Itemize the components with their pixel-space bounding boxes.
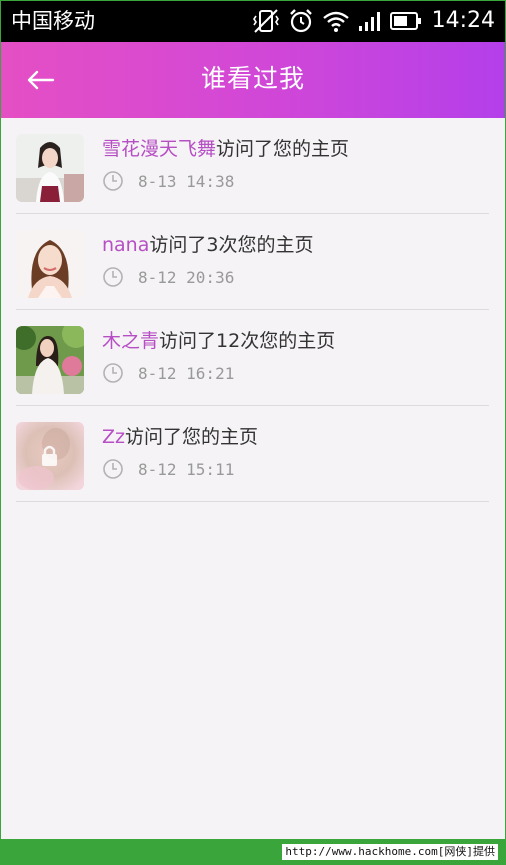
page-title: 谁看过我 (200, 64, 305, 93)
visit-text: nana访问了3次您的主页 (102, 231, 313, 259)
battery-icon (389, 12, 421, 30)
status-time: 14:24 (431, 8, 495, 33)
visit-time-text: 8-12 16:21 (138, 363, 235, 383)
visitor-name[interactable]: 雪花漫天飞舞 (102, 138, 216, 160)
visit-text: Zz访问了您的主页 (102, 423, 258, 451)
avatar-photo (16, 134, 84, 202)
clock-icon (103, 267, 123, 287)
status-icons: 14:24 (252, 7, 495, 35)
avatar-photo (16, 422, 84, 490)
avatar-photo (16, 230, 84, 298)
visit-time: 8-13 14:38 (102, 167, 234, 195)
signal-icon (358, 12, 380, 31)
avatar-photo (16, 326, 84, 394)
avatar[interactable] (16, 230, 84, 298)
visit-time-text: 8-12 15:11 (138, 459, 235, 479)
visit-time: 8-12 16:21 (102, 359, 234, 387)
avatar[interactable] (16, 326, 84, 394)
visitor-list: 雪花漫天飞舞访问了您的主页 8-13 14:38 nana访问了3次您的主页 8… (16, 118, 489, 502)
visit-time: 8-12 20:36 (102, 263, 234, 291)
status-bar: 中国移动 14:24 (1, 1, 505, 42)
visitor-row[interactable]: Zz访问了您的主页 8-12 15:11 (16, 406, 489, 502)
alarm-icon (289, 9, 312, 33)
clock-icon (103, 459, 123, 479)
visitor-name[interactable]: nana (102, 234, 149, 256)
footer-strip: http://www.hackhome.com[网侠]提供 (0, 839, 506, 865)
visit-action: 访问了您的主页 (125, 426, 259, 448)
clock-icon (103, 171, 123, 191)
visit-text: 雪花漫天飞舞访问了您的主页 (102, 135, 349, 163)
wifi-icon (322, 11, 349, 32)
avatar[interactable] (16, 422, 84, 490)
vibrate-off-icon (252, 9, 279, 33)
visit-action: 访问了3次您的主页 (149, 234, 314, 256)
visitor-row[interactable]: nana访问了3次您的主页 8-12 20:36 (16, 214, 489, 310)
visit-time-text: 8-13 14:38 (138, 171, 235, 191)
source-credit: http://www.hackhome.com[网侠]提供 (282, 844, 498, 860)
visit-action: 访问了12次您的主页 (159, 330, 336, 352)
visitor-row[interactable]: 雪花漫天飞舞访问了您的主页 8-13 14:38 (16, 118, 489, 214)
avatar[interactable] (16, 134, 84, 202)
visit-time: 8-12 15:11 (102, 455, 234, 483)
carrier-name: 中国移动 (11, 9, 95, 33)
clock-icon (103, 363, 123, 383)
app-screen: 中国移动 14:24 谁看过我 雪花漫天飞舞访问了您的主页 8-13 14:38… (1, 1, 505, 839)
visitor-name[interactable]: Zz (102, 426, 125, 448)
visit-text: 木之青访问了12次您的主页 (102, 327, 335, 355)
visit-time-text: 8-12 20:36 (138, 267, 235, 287)
visit-action: 访问了您的主页 (216, 138, 350, 160)
title-bar: 谁看过我 (1, 42, 505, 118)
visitor-name[interactable]: 木之青 (102, 330, 159, 352)
visitor-row[interactable]: 木之青访问了12次您的主页 8-12 16:21 (16, 310, 489, 406)
